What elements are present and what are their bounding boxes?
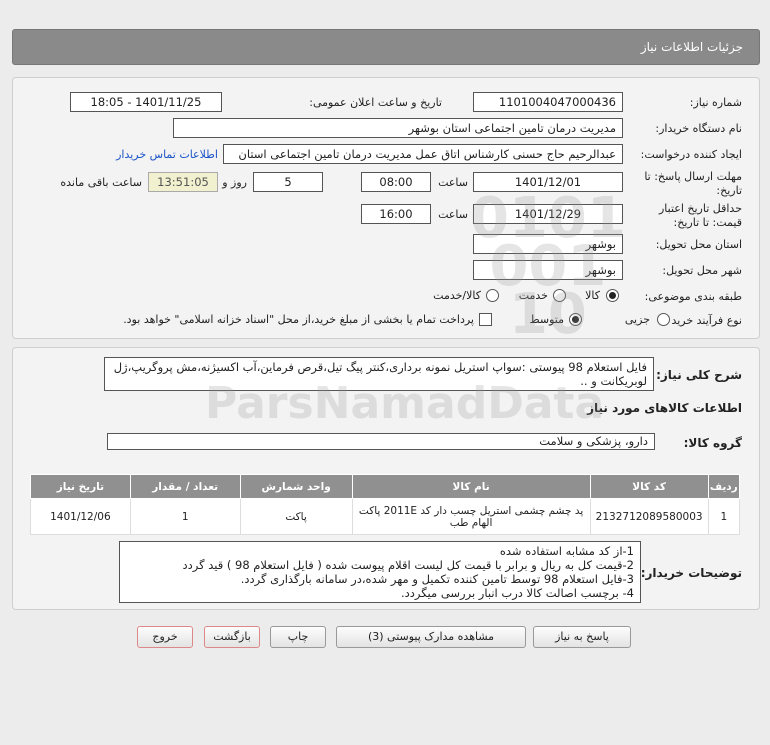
row-number-cell: 1 bbox=[707, 498, 741, 535]
need-date-cell: 1401/12/06 bbox=[30, 498, 131, 535]
province-label: استان محل تحویل: bbox=[655, 238, 742, 251]
purchase-radio-medium[interactable] bbox=[569, 313, 582, 326]
header-unit: واحد شمارش bbox=[239, 474, 353, 499]
deadline-date-field: 1401/12/01 bbox=[473, 172, 623, 192]
header-goods-code: کد کالا bbox=[589, 474, 709, 499]
days-label: روز و bbox=[222, 176, 247, 189]
announce-label: تاریخ و ساعت اعلان عمومی: bbox=[309, 96, 442, 109]
goods-group-field: دارو، پزشکی و سلامت bbox=[107, 433, 655, 450]
attachments-button[interactable]: مشاهده مدارک پیوستی (3) bbox=[336, 626, 526, 648]
purchase-option-medium: متوسط bbox=[529, 313, 564, 326]
category-radio-goods-service[interactable] bbox=[486, 289, 499, 302]
goods-name-cell: پد چشم چشمی استریل چسب دار کد 2011E پاکت… bbox=[351, 498, 591, 535]
need-number-field: 1101004047000436 bbox=[473, 92, 623, 112]
need-number-label: شماره نیاز: bbox=[689, 96, 742, 109]
buyer-org-field: مدیریت درمان تامین اجتماعی استان بوشهر bbox=[173, 118, 623, 138]
header-row-number: ردیف bbox=[707, 474, 741, 499]
purchase-type-label: نوع فرآیند خرید : bbox=[664, 314, 742, 327]
page-header: جزئیات اطلاعات نیاز bbox=[12, 29, 760, 65]
city-field: بوشهر bbox=[473, 260, 623, 280]
validity-date-field: 1401/12/29 bbox=[473, 204, 623, 224]
back-button[interactable]: بازگشت bbox=[204, 626, 260, 648]
category-radio-goods[interactable] bbox=[606, 289, 619, 302]
category-option-service: خدمت bbox=[518, 289, 548, 302]
buyer-notes-field: 1-از کد مشابه استفاده شده 2-قیمت کل به ر… bbox=[119, 541, 641, 603]
buyer-org-label: نام دستگاه خریدار: bbox=[655, 122, 742, 135]
province-field: بوشهر bbox=[473, 234, 623, 254]
header-goods-name: نام کالا bbox=[351, 474, 591, 499]
goods-group-label: گروه کالا: bbox=[683, 436, 742, 450]
category-option-goods: کالا bbox=[585, 289, 600, 302]
buyer-contact-link[interactable]: اطلاعات تماس خریدار bbox=[116, 148, 218, 161]
category-option-goods-service: کالا/خدمت bbox=[433, 289, 481, 302]
header-quantity: تعداد / مقدار bbox=[129, 474, 241, 499]
deadline-time-label: ساعت bbox=[438, 176, 468, 189]
validity-time-label: ساعت bbox=[438, 208, 468, 221]
quantity-cell: 1 bbox=[129, 498, 241, 535]
remaining-label: ساعت باقی مانده bbox=[60, 176, 142, 189]
goods-code-cell: 2132712089580003 bbox=[589, 498, 709, 535]
validity-label-2: قیمت: تا تاریخ: bbox=[673, 216, 742, 229]
category-radio-service[interactable] bbox=[553, 289, 566, 302]
treasury-checkbox[interactable] bbox=[479, 313, 492, 326]
summary-label: شرح کلی نیاز: bbox=[656, 368, 742, 382]
category-label: طبقه بندی موضوعی: bbox=[644, 290, 742, 303]
creator-field: عبدالرحیم حاج حسنی کارشناس اتاق عمل مدیر… bbox=[223, 144, 623, 164]
goods-info-title: اطلاعات کالاهای مورد نیاز bbox=[587, 401, 742, 415]
deadline-label-1: مهلت ارسال پاسخ: تا bbox=[644, 170, 742, 183]
creator-label: ایجاد کننده درخواست: bbox=[640, 148, 742, 161]
page-title: جزئیات اطلاعات نیاز bbox=[640, 40, 743, 54]
goods-table: ردیف کد کالا نام کالا واحد شمارش تعداد /… bbox=[30, 474, 741, 535]
exit-button[interactable]: خروج bbox=[137, 626, 193, 648]
goods-table-header: ردیف کد کالا نام کالا واحد شمارش تعداد /… bbox=[30, 474, 741, 499]
header-need-date: تاریخ نیاز bbox=[30, 474, 131, 499]
deadline-label-2: تاریخ: bbox=[716, 184, 742, 197]
treasury-note: پرداخت تمام یا بخشی از مبلغ خرید،از محل … bbox=[123, 313, 474, 326]
validity-time-field: 16:00 bbox=[361, 204, 431, 224]
table-row: 1 2132712089580003 پد چشم چشمی استریل چس… bbox=[30, 498, 741, 535]
reply-button[interactable]: پاسخ به نیاز bbox=[533, 626, 631, 648]
summary-field: فایل استعلام 98 پیوستی :سواپ استریل نمون… bbox=[104, 357, 654, 391]
purchase-radio-minor[interactable] bbox=[657, 313, 670, 326]
days-field: 5 bbox=[253, 172, 323, 192]
announce-field: 1401/11/25 - 18:05 bbox=[70, 92, 222, 112]
purchase-option-minor: جزیی bbox=[624, 313, 650, 326]
city-label: شهر محل تحویل: bbox=[662, 264, 742, 277]
validity-label-1: حداقل تاریخ اعتبار bbox=[658, 202, 742, 215]
unit-cell: پاکت bbox=[239, 498, 353, 535]
buyer-notes-label: توضیحات خریدار: bbox=[640, 566, 742, 580]
print-button[interactable]: چاپ bbox=[270, 626, 326, 648]
deadline-time-field: 08:00 bbox=[361, 172, 431, 192]
remaining-time-field: 13:51:05 bbox=[148, 172, 218, 192]
